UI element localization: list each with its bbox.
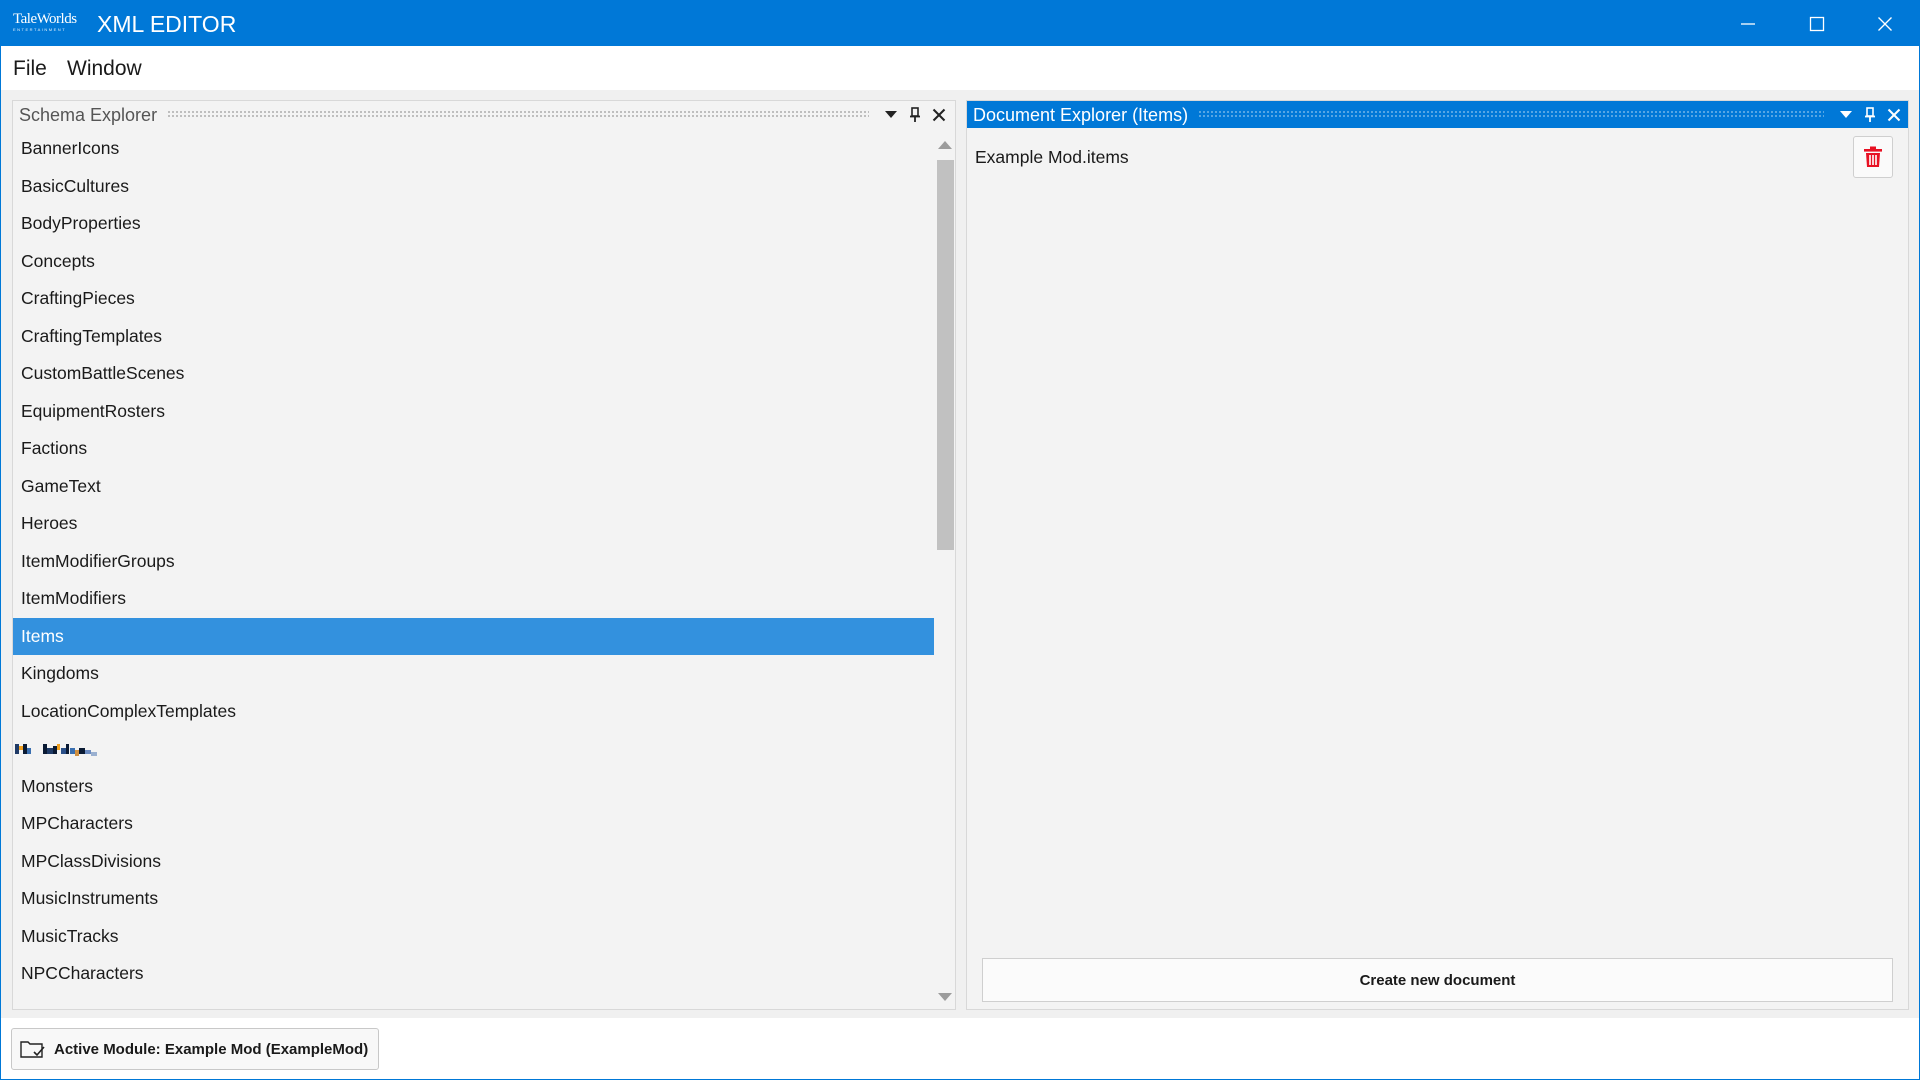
app-window: TaleWorlds ENTERTAINMENT XML EDITOR File… [0,0,1920,1080]
schema-explorer-close-button[interactable] [927,101,951,128]
menu-window[interactable]: Window [67,56,142,82]
schema-item[interactable]: GameText [13,468,934,506]
active-module-button[interactable]: Active Module: Example Mod (ExampleMod) [11,1028,380,1070]
schema-item[interactable]: Concepts [13,243,934,281]
schema-explorer-panel: Schema Explorer BannerIcons BasicCulture… [12,100,956,1010]
schema-explorer-menu-button[interactable] [879,101,903,128]
schema-item[interactable]: CraftingTemplates [13,318,934,356]
schema-item[interactable]: Monsters [13,768,934,806]
schema-item[interactable]: CustomBattleScenes [13,355,934,393]
title-bar[interactable]: TaleWorlds ENTERTAINMENT XML EDITOR [1,1,1919,46]
trash-icon [1864,146,1882,167]
schema-item[interactable]: EquipmentRosters [13,393,934,431]
schema-item[interactable]: BannerIcons [13,130,934,168]
window-title: XML EDITOR [97,11,237,37]
pin-icon [910,106,920,122]
schema-item[interactable]: MusicTracks [13,918,934,956]
document-explorer-panel: Document Explorer (Items) Example Mod.it… [966,100,1909,1010]
schema-item[interactable]: ItemModifiers [13,580,934,618]
dropdown-arrow-icon [885,110,897,118]
work-area: Schema Explorer BannerIcons BasicCulture… [1,90,1919,1018]
close-icon [932,108,946,121]
active-module-label: Active Module: Example Mod (ExampleMod) [54,1040,369,1058]
menu-file[interactable]: File [13,56,47,82]
scroll-up-arrow-icon[interactable] [938,141,952,149]
schema-explorer-header[interactable]: Schema Explorer [13,101,955,128]
minimize-icon [1741,22,1755,25]
close-icon [1878,16,1892,31]
document-explorer-menu-button[interactable] [1834,101,1858,128]
schema-item[interactable]: ItemModifierGroups [13,543,934,581]
document-explorer-close-button[interactable] [1882,101,1906,128]
schema-item[interactable]: MPClassDivisions [13,843,934,881]
pin-icon [1865,106,1875,122]
logo-text: TaleWorlds [13,11,77,27]
drag-grip[interactable] [167,110,869,119]
schema-item[interactable]: MPCharacters [13,805,934,843]
schema-item[interactable]: NPCCharacters [13,955,934,993]
schema-list[interactable]: BannerIcons BasicCultures BodyProperties… [13,130,934,1009]
logo-subtext: ENTERTAINMENT [13,27,67,32]
schema-scrollbar[interactable] [934,130,955,1009]
create-new-document-button[interactable]: Create new document [982,958,1893,1002]
schema-item-selected[interactable]: Items [13,617,934,655]
scroll-down-arrow-icon[interactable] [938,993,952,1001]
schema-item[interactable]: Factions [13,430,934,468]
schema-item[interactable]: Kingdoms [13,655,934,693]
document-explorer-pin-button[interactable] [1858,101,1882,128]
pixelated-text-artifact [15,744,97,757]
delete-document-button[interactable] [1853,136,1893,178]
close-icon [1887,108,1901,121]
document-explorer-title: Document Explorer (Items) [973,104,1189,125]
scrollbar-thumb[interactable] [937,160,954,550]
drag-grip[interactable] [1198,110,1824,119]
status-bar: Active Module: Example Mod (ExampleMod) [1,1018,1919,1079]
close-button[interactable] [1851,1,1919,46]
schema-item[interactable]: MusicInstruments [13,880,934,918]
maximize-icon [1809,16,1825,31]
schema-explorer-pin-button[interactable] [903,101,927,128]
folder-check-icon [20,1041,45,1058]
schema-item[interactable]: CraftingPieces [13,280,934,318]
schema-item[interactable]: LocationComplexTemplates [13,693,934,731]
minimize-button[interactable] [1714,1,1782,46]
schema-explorer-title: Schema Explorer [19,104,158,125]
menu-bar: File Window [1,46,1919,90]
taleworlds-logo: TaleWorlds ENTERTAINMENT [13,11,77,37]
schema-item[interactable]: BasicCultures [13,168,934,206]
schema-item[interactable]: Heroes [13,505,934,543]
schema-item-glitched[interactable] [13,730,934,768]
document-explorer-header[interactable]: Document Explorer (Items) [967,101,1908,128]
dropdown-arrow-icon [1840,110,1852,118]
schema-item[interactable]: BodyProperties [13,205,934,243]
document-item[interactable]: Example Mod.items [975,146,1129,168]
maximize-button[interactable] [1783,1,1851,46]
